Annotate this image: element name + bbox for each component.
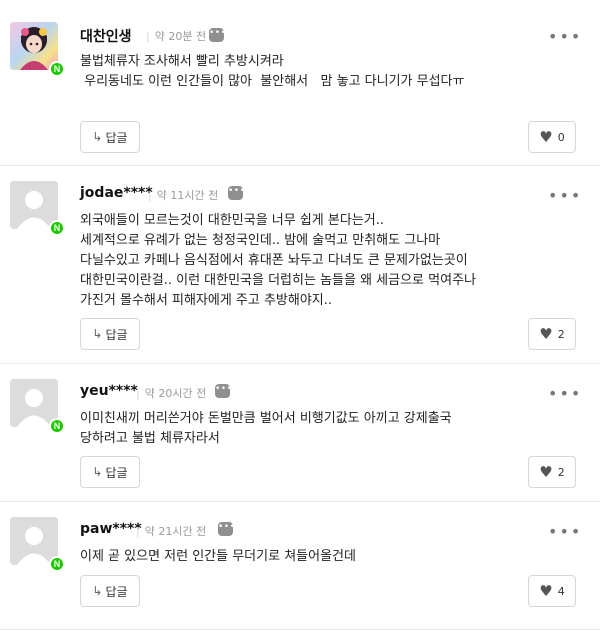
reply-arrow-icon: ↳ (92, 465, 103, 479)
timestamp: 약 20분 전 (146, 28, 206, 44)
divider (0, 165, 600, 166)
like-count: 2 (557, 327, 565, 341)
nickname[interactable]: yeu**** (80, 383, 138, 399)
heart-icon: ♥ (539, 324, 553, 343)
like-button[interactable]: ♥ 2 (528, 456, 576, 488)
comment-text: 이제 곧 있으면 저런 인간들 무더기로 쳐들어올건데 (80, 549, 356, 564)
divider (0, 501, 600, 502)
reply-button[interactable]: ↳ 답글 (80, 121, 140, 153)
naver-n-badge: N (49, 418, 65, 434)
timestamp: 약 11시간 전 (148, 187, 218, 203)
nickname[interactable]: jodae**** (80, 185, 153, 201)
nickname[interactable]: paw**** (80, 521, 142, 537)
more-dots-icon[interactable]: ••• (548, 188, 582, 204)
comment-text: 이미친새끼 머리쓴거야 돈벌만큼 벌어서 비행기값도 아끼고 강제출국 당하려고… (80, 411, 456, 446)
comment-bubble-icon[interactable]: ••• (215, 384, 232, 398)
reply-arrow-icon: ↳ (92, 130, 103, 144)
timestamp: 약 20시간 전 (136, 385, 206, 401)
reply-label: 답글 (105, 130, 128, 145)
comment-bubble-icon[interactable]: ••• (209, 28, 226, 42)
reply-button[interactable]: ↳ 답글 (80, 318, 140, 350)
reply-button[interactable]: ↳ 답글 (80, 456, 140, 488)
comment-text: 불법체류자 조사해서 빨리 추방시켜라 우리동네도 이런 인간들이 많아 불안해… (80, 54, 465, 89)
naver-n-badge: N (49, 556, 65, 572)
like-button[interactable]: ♥ 0 (528, 121, 576, 153)
like-count: 0 (557, 130, 565, 144)
like-button[interactable]: ♥ 4 (528, 575, 576, 607)
more-dots-icon[interactable]: ••• (548, 386, 582, 402)
reply-arrow-icon: ↳ (92, 584, 103, 598)
reply-label: 답글 (105, 327, 128, 342)
divider (0, 363, 600, 364)
comment-bubble-icon[interactable]: ••• (218, 522, 235, 536)
like-count: 2 (557, 465, 565, 479)
comment-list: N 대찬인생 약 20분 전 ••• ••• 불법체류자 조사해서 빨리 추방시… (0, 0, 611, 637)
reply-label: 답글 (105, 465, 128, 480)
heart-icon: ♥ (539, 127, 553, 146)
naver-n-badge: N (49, 220, 65, 236)
timestamp: 약 21시간 전 (136, 523, 206, 539)
naver-n-badge: N (49, 61, 65, 77)
reply-button[interactable]: ↳ 답글 (80, 575, 140, 607)
reply-label: 답글 (105, 584, 128, 599)
divider (0, 629, 600, 630)
comment-text: 외국애들이 모르는것이 대한민국을 너무 쉽게 본다는거.. 세계적으로 유례가… (80, 213, 476, 308)
more-dots-icon[interactable]: ••• (548, 29, 582, 45)
comment-bubble-icon[interactable]: ••• (228, 186, 245, 200)
heart-icon: ♥ (539, 581, 553, 600)
like-button[interactable]: ♥ 2 (528, 318, 576, 350)
like-count: 4 (557, 584, 565, 598)
reply-arrow-icon: ↳ (92, 327, 103, 341)
heart-icon: ♥ (539, 462, 553, 481)
more-dots-icon[interactable]: ••• (548, 524, 582, 540)
nickname[interactable]: 대찬인생 (80, 26, 132, 46)
